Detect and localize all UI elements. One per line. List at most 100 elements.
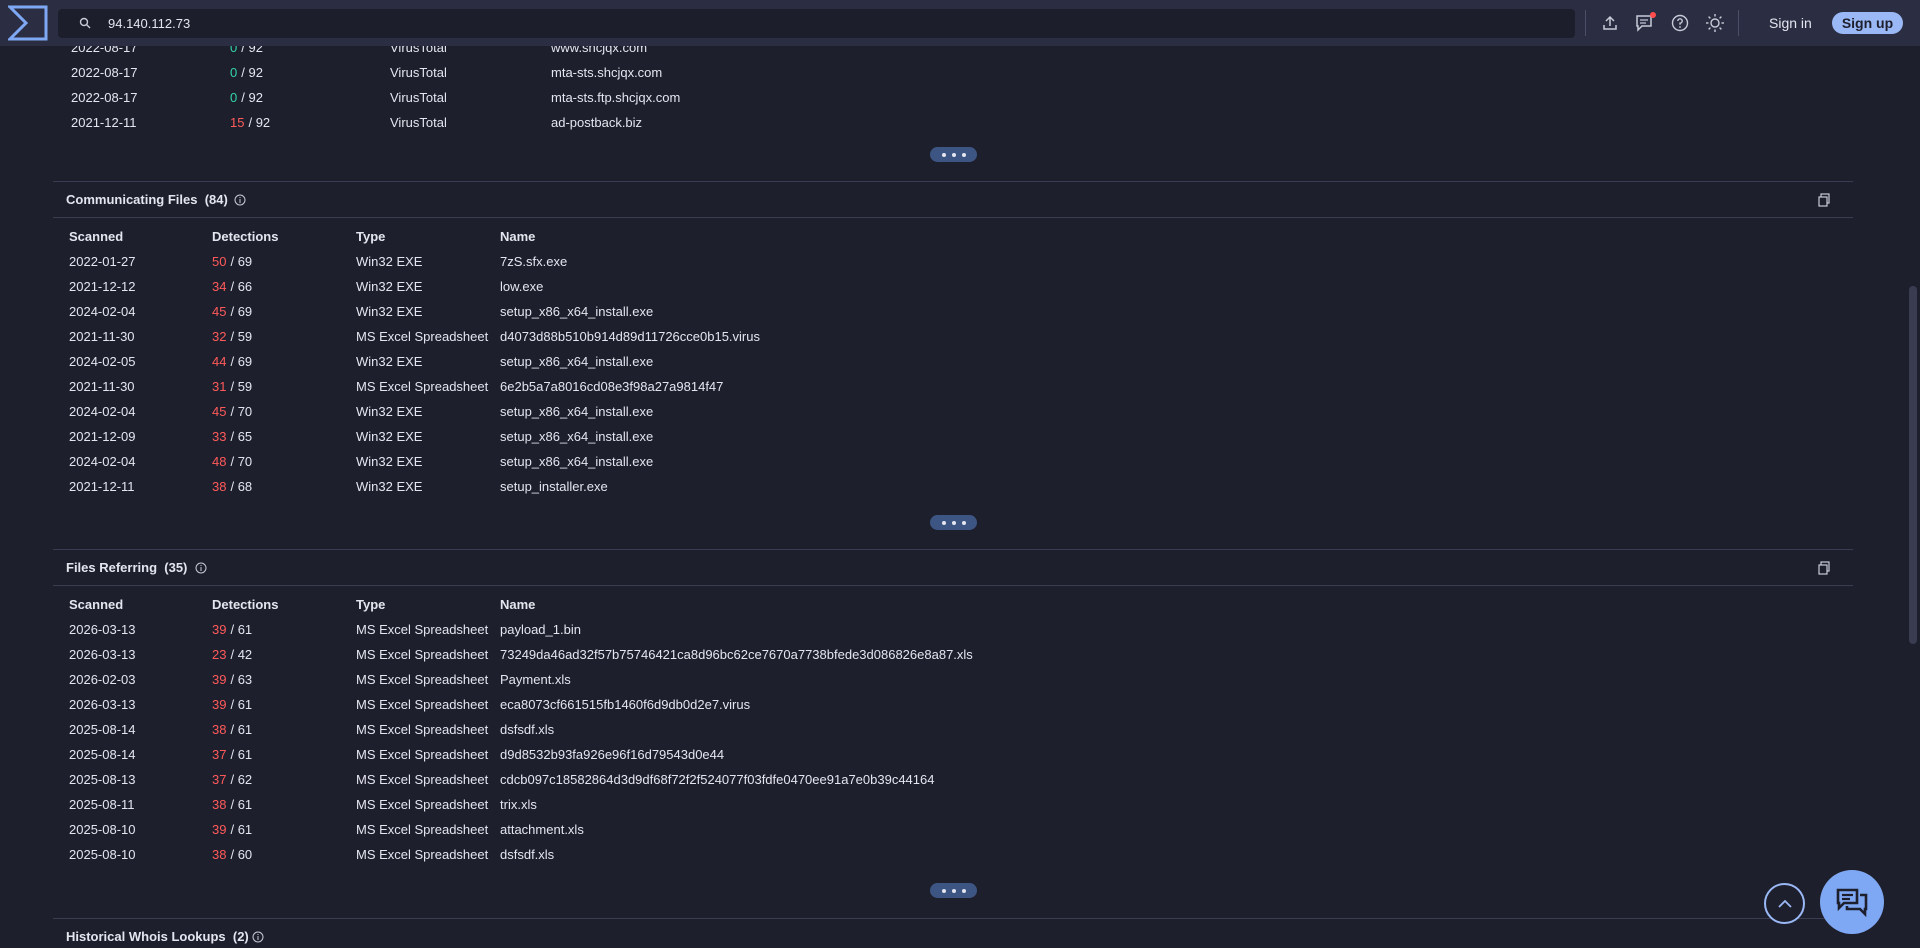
file-type: MS Excel Spreadsheet [356, 672, 489, 687]
file-type: MS Excel Spreadsheet [356, 747, 489, 762]
info-icon[interactable] [195, 562, 207, 574]
file-name: attachment.xls [500, 822, 584, 837]
detections-total: / 42 [230, 647, 253, 662]
section-title: Files Referring (35) [66, 560, 188, 575]
detections-total: / 69 [230, 254, 253, 269]
table-row[interactable]: 2021-11-30 31/ 59 MS Excel Spreadsheet 6e2b… [0, 374, 1800, 399]
chat-button[interactable] [1820, 870, 1884, 934]
source: VirusTotal [390, 115, 447, 130]
search-input[interactable] [108, 15, 1408, 31]
scanned-date: 2022-08-17 [71, 65, 138, 80]
detections: 38/ 61 [212, 797, 252, 812]
scanned-date: 2026-03-13 [69, 622, 136, 637]
info-icon[interactable] [252, 931, 264, 943]
detections-total: / 69 [230, 304, 253, 319]
scanned-date: 2024-02-04 [69, 454, 136, 469]
table-row[interactable]: 2025-08-14 38/ 61 MS Excel Spreadsheet dsfs… [0, 717, 1800, 742]
detections: 38/ 61 [212, 722, 252, 737]
copy-icon[interactable] [1817, 193, 1831, 207]
table-row[interactable]: 2025-08-10 38/ 60 MS Excel Spreadsheet dsfs… [0, 842, 1800, 867]
file-name: trix.xls [500, 797, 537, 812]
table-row[interactable]: 2021-12-12 34/ 66 Win32 EXE low.exe [0, 274, 1800, 299]
table-row[interactable]: 2022-01-27 50/ 69 Win32 EXE 7zS.sfx.exe [0, 249, 1800, 274]
scanned-date: 2021-12-11 [71, 115, 137, 130]
table-row[interactable]: 2026-02-03 39/ 63 MS Excel Spreadsheet Paym… [0, 667, 1800, 692]
detections-total: / 61 [230, 822, 253, 837]
scrollbar-thumb[interactable] [1909, 286, 1917, 644]
table-row[interactable]: 2025-08-11 38/ 61 MS Excel Spreadsheet trix… [0, 792, 1800, 817]
scanned-date: 2022-08-17 [71, 90, 138, 105]
logo-icon[interactable] [0, 0, 56, 46]
detections: 45/ 70 [212, 404, 252, 419]
table-row[interactable]: 2021-12-09 33/ 65 Win32 EXE setup_x86_x64_i… [0, 424, 1800, 449]
search-icon [76, 14, 94, 32]
hostname: mta-sts.shcjqx.com [551, 65, 663, 80]
section-title: Historical Whois Lookups (2) [66, 929, 249, 944]
file-type: MS Excel Spreadsheet [356, 647, 489, 662]
file-type: MS Excel Spreadsheet [356, 772, 489, 787]
column-header-type: Type [356, 597, 386, 612]
table-row[interactable]: 2026-03-13 39/ 61 MS Excel Spreadsheet payl… [0, 617, 1800, 642]
column-header-detections: Detections [212, 597, 279, 612]
detections-total: / 61 [230, 622, 253, 637]
upload-icon[interactable] [1597, 10, 1623, 36]
column-header-type: Type [356, 229, 386, 244]
table-row[interactable]: 2024-02-04 45/ 69 Win32 EXE setup_x86_x64_i… [0, 299, 1800, 324]
detections: 15/ 92 [230, 115, 270, 130]
table-row[interactable]: 2025-08-14 37/ 61 MS Excel Spreadsheet d9d8… [0, 742, 1800, 767]
theme-toggle-icon[interactable] [1702, 10, 1728, 36]
detections: 38/ 68 [212, 479, 252, 494]
scanned-date: 2024-02-04 [69, 304, 136, 319]
detections-positive: 39 [212, 822, 227, 837]
table-row[interactable]: 2021-12-11 15/ 92 VirusTotal ad-postback.bi… [0, 110, 1800, 135]
table-row[interactable]: 2024-02-04 48/ 70 Win32 EXE setup_x86_x64_i… [0, 449, 1800, 474]
scanned-date: 2024-02-05 [69, 354, 136, 369]
sign-in-link[interactable]: Sign in [1769, 15, 1812, 31]
file-name: setup_x86_x64_install.exe [500, 454, 654, 469]
table-row[interactable]: 2026-03-13 39/ 61 MS Excel Spreadsheet eca8… [0, 692, 1800, 717]
file-name: low.exe [500, 279, 544, 294]
table-row[interactable]: 2021-11-30 32/ 59 MS Excel Spreadsheet d407… [0, 324, 1800, 349]
files-referring-header: Files Referring (35) [53, 549, 1853, 586]
detections: 37/ 62 [212, 772, 252, 787]
table-header-row: Scanned Detections Type Name [0, 224, 1800, 249]
file-name: eca8073cf661515fb1460f6d9db0d2e7.virus [500, 697, 751, 712]
search-bar[interactable] [58, 8, 1575, 38]
scroll-to-top-button[interactable] [1764, 883, 1805, 924]
info-icon[interactable] [234, 194, 246, 206]
table-row[interactable]: 2026-03-13 23/ 42 MS Excel Spreadsheet 7324… [0, 642, 1800, 667]
detections-positive: 15 [230, 115, 245, 130]
detections-positive: 39 [212, 672, 227, 687]
show-more-button[interactable] [930, 147, 977, 162]
copy-icon[interactable] [1817, 561, 1831, 575]
table-row[interactable]: 2021-12-11 38/ 68 Win32 EXE setup_installer… [0, 474, 1800, 499]
scanned-date: 2026-02-03 [69, 672, 136, 687]
file-name: setup_x86_x64_install.exe [500, 354, 654, 369]
table-row[interactable]: 2025-08-13 37/ 62 MS Excel Spreadsheet cdcb… [0, 767, 1800, 792]
notifications-icon[interactable] [1632, 10, 1658, 36]
sign-up-button[interactable]: Sign up [1831, 12, 1904, 34]
show-more-button[interactable] [930, 515, 977, 530]
hostname: mta-sts.ftp.shcjqx.com [551, 90, 681, 105]
table-row[interactable]: 2024-02-05 44/ 69 Win32 EXE setup_x86_x64_i… [0, 349, 1800, 374]
scrollbar[interactable] [1906, 46, 1920, 948]
detections-total: / 66 [230, 279, 253, 294]
detections-total: / 68 [230, 479, 253, 494]
detections-total: / 61 [230, 722, 253, 737]
show-more-button[interactable] [930, 883, 977, 898]
table-header-row: Scanned Detections Type Name [0, 592, 1800, 617]
detections-positive: 44 [212, 354, 227, 369]
detections-total: / 70 [230, 404, 253, 419]
detections-total: / 61 [230, 797, 253, 812]
table-row[interactable]: 2024-02-04 45/ 70 Win32 EXE setup_x86_x64_i… [0, 399, 1800, 424]
detections: 0/ 92 [230, 65, 263, 80]
chat-icon [1836, 888, 1868, 917]
detections: 34/ 66 [212, 279, 252, 294]
table-row[interactable]: 2022-08-17 0/ 92 VirusTotal mta-sts.ftp.shc… [0, 85, 1800, 110]
table-row[interactable]: 2025-08-10 39/ 61 MS Excel Spreadsheet atta… [0, 817, 1800, 842]
scanned-date: 2021-11-30 [69, 329, 135, 344]
table-row[interactable]: 2022-08-17 0/ 92 VirusTotal mta-sts.shcjqx.… [0, 60, 1800, 85]
detections-positive: 38 [212, 479, 227, 494]
file-name: setup_x86_x64_install.exe [500, 404, 654, 419]
help-icon[interactable] [1667, 10, 1693, 36]
